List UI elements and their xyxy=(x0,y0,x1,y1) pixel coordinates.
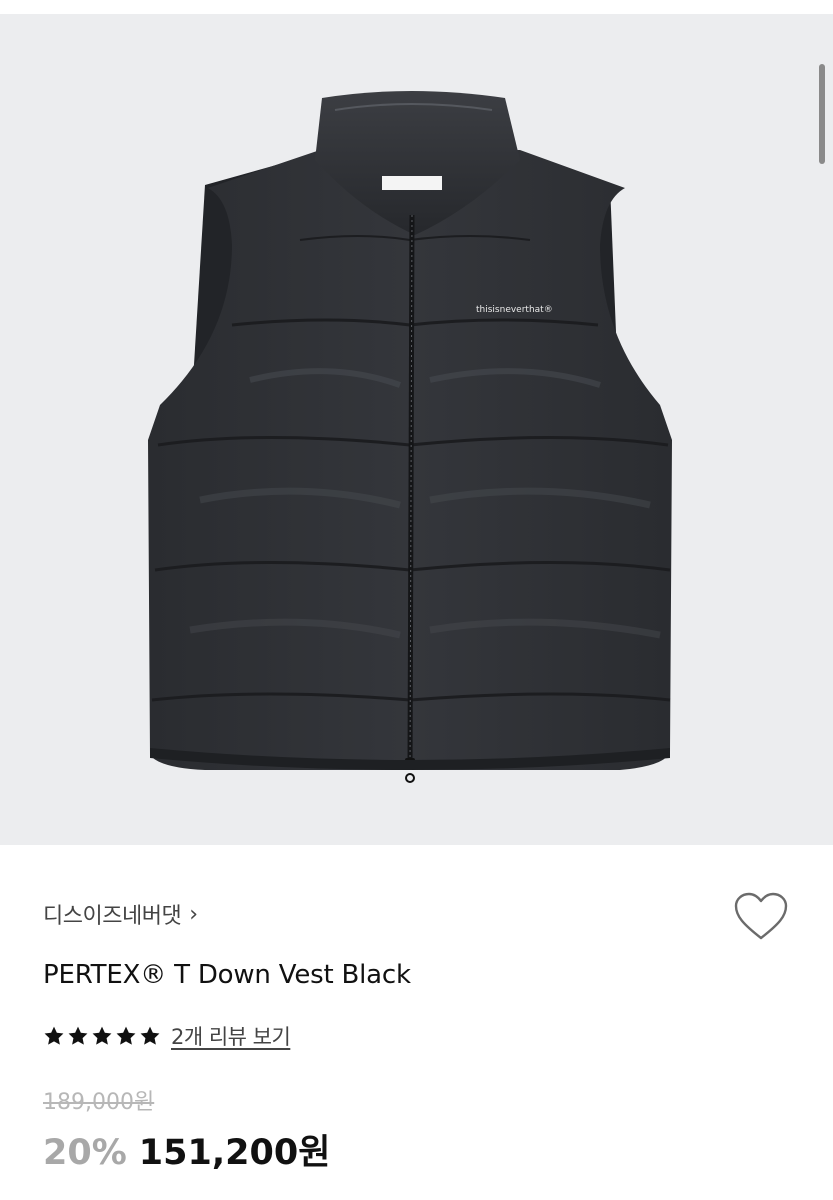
star-icon xyxy=(68,1026,88,1045)
image-scrollbar[interactable] xyxy=(819,64,825,164)
price-row: 20% 151,200원 xyxy=(43,1124,330,1174)
star-icon xyxy=(116,1026,136,1045)
star-icon xyxy=(92,1026,112,1045)
final-price: 151,200원 xyxy=(138,1133,331,1173)
rating-stars xyxy=(43,1025,161,1047)
brand-name[interactable]: 디스이즈네버댓 xyxy=(43,898,182,930)
star-icon xyxy=(140,1026,160,1045)
product-image[interactable]: thisisneverthat® xyxy=(0,0,833,845)
review-link[interactable]: 2개 리뷰 보기 xyxy=(171,1021,291,1051)
svg-text:thisisneverthat®: thisisneverthat® xyxy=(476,305,553,315)
chevron-right-icon: › xyxy=(189,901,198,927)
brand-link[interactable]: 디스이즈네버댓 › xyxy=(43,896,198,932)
heart-outline-icon xyxy=(734,892,788,940)
star-icon xyxy=(44,1026,64,1045)
rating-row: 2개 리뷰 보기 xyxy=(43,1021,291,1051)
discount-rate: 20% xyxy=(43,1133,127,1173)
product-title: PERTEX® T Down Vest Black xyxy=(43,960,411,990)
wishlist-button[interactable] xyxy=(733,892,789,942)
original-price: 189,000원 xyxy=(43,1090,155,1115)
vest-image: thisisneverthat® xyxy=(148,91,672,783)
